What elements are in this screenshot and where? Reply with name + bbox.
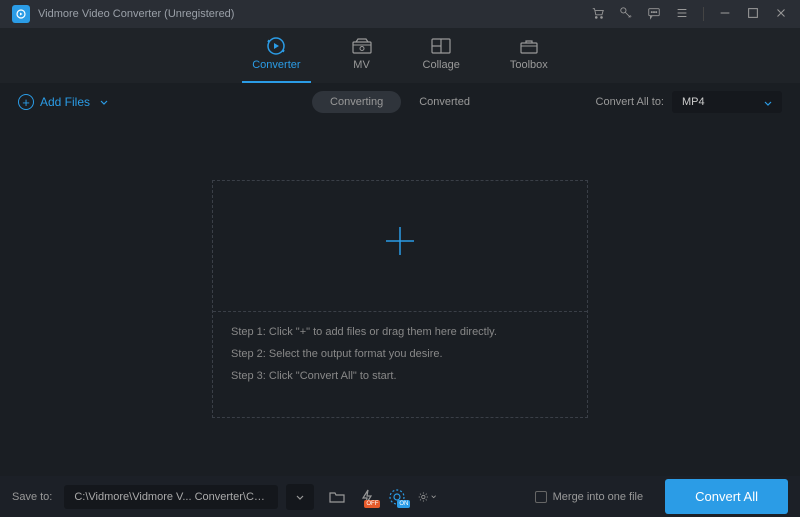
chevron-down-icon	[764, 98, 772, 110]
format-select[interactable]: MP4	[672, 91, 782, 113]
tab-toolbox[interactable]: Toolbox	[510, 37, 548, 79]
step1-text: Step 1: Click "+" to add files or drag t…	[231, 326, 569, 338]
mv-icon	[351, 37, 373, 55]
convert-all-to-label: Convert All to:	[596, 96, 664, 108]
high-speed-icon[interactable]: ON	[388, 488, 406, 506]
open-folder-icon[interactable]	[328, 488, 346, 506]
save-path-dropdown[interactable]	[286, 484, 314, 510]
feedback-icon[interactable]	[647, 6, 661, 23]
step2-text: Step 2: Select the output format you des…	[231, 348, 569, 360]
minimize-icon[interactable]	[718, 6, 732, 23]
toolbox-icon	[518, 37, 540, 55]
toolbar: + Add Files Converting Converted Convert…	[0, 83, 800, 121]
save-to-label: Save to:	[12, 491, 52, 503]
convert-all-button[interactable]: Convert All	[665, 479, 788, 514]
save-path-field[interactable]: C:\Vidmore\Vidmore V... Converter\Conver…	[64, 485, 278, 509]
drop-zone[interactable]: Step 1: Click "+" to add files or drag t…	[212, 180, 588, 418]
key-icon[interactable]	[619, 6, 633, 23]
off-badge: OFF	[364, 500, 380, 508]
merge-checkbox[interactable]: Merge into one file	[535, 491, 644, 503]
titlebar: Vidmore Video Converter (Unregistered)	[0, 0, 800, 28]
plus-circle-icon: +	[18, 94, 34, 110]
collage-icon	[430, 37, 452, 55]
chevron-down-icon	[100, 95, 108, 109]
hardware-accel-icon[interactable]: OFF	[358, 488, 376, 506]
tab-collage-label: Collage	[423, 59, 460, 71]
step3-text: Step 3: Click "Convert All" to start.	[231, 370, 569, 382]
maximize-icon[interactable]	[746, 6, 760, 23]
add-file-plus-icon[interactable]	[382, 223, 418, 268]
footer: Save to: C:\Vidmore\Vidmore V... Convert…	[0, 476, 800, 517]
app-logo	[12, 5, 30, 23]
add-files-label: Add Files	[40, 95, 90, 109]
add-files-button[interactable]: + Add Files	[18, 94, 108, 110]
on-badge: ON	[397, 500, 410, 508]
checkbox-icon	[535, 491, 547, 503]
app-title: Vidmore Video Converter (Unregistered)	[38, 8, 234, 20]
tab-collage[interactable]: Collage	[423, 37, 460, 79]
settings-icon[interactable]	[418, 488, 436, 506]
cart-icon[interactable]	[591, 6, 605, 23]
tab-mv-label: MV	[353, 59, 370, 71]
format-selected-value: MP4	[682, 96, 705, 108]
tab-toolbox-label: Toolbox	[510, 59, 548, 71]
close-icon[interactable]	[774, 6, 788, 23]
tab-converter-label: Converter	[252, 59, 300, 71]
menu-icon[interactable]	[675, 6, 689, 23]
merge-label: Merge into one file	[553, 491, 644, 503]
converter-icon	[265, 37, 287, 55]
main-area: Step 1: Click "+" to add files or drag t…	[0, 121, 800, 476]
subtab-converting[interactable]: Converting	[312, 91, 401, 113]
tab-converter[interactable]: Converter	[252, 37, 300, 79]
tab-mv[interactable]: MV	[351, 37, 373, 79]
nav-tabs: Converter MV Collage Toolbox	[0, 28, 800, 83]
subtab-converted[interactable]: Converted	[401, 91, 488, 113]
